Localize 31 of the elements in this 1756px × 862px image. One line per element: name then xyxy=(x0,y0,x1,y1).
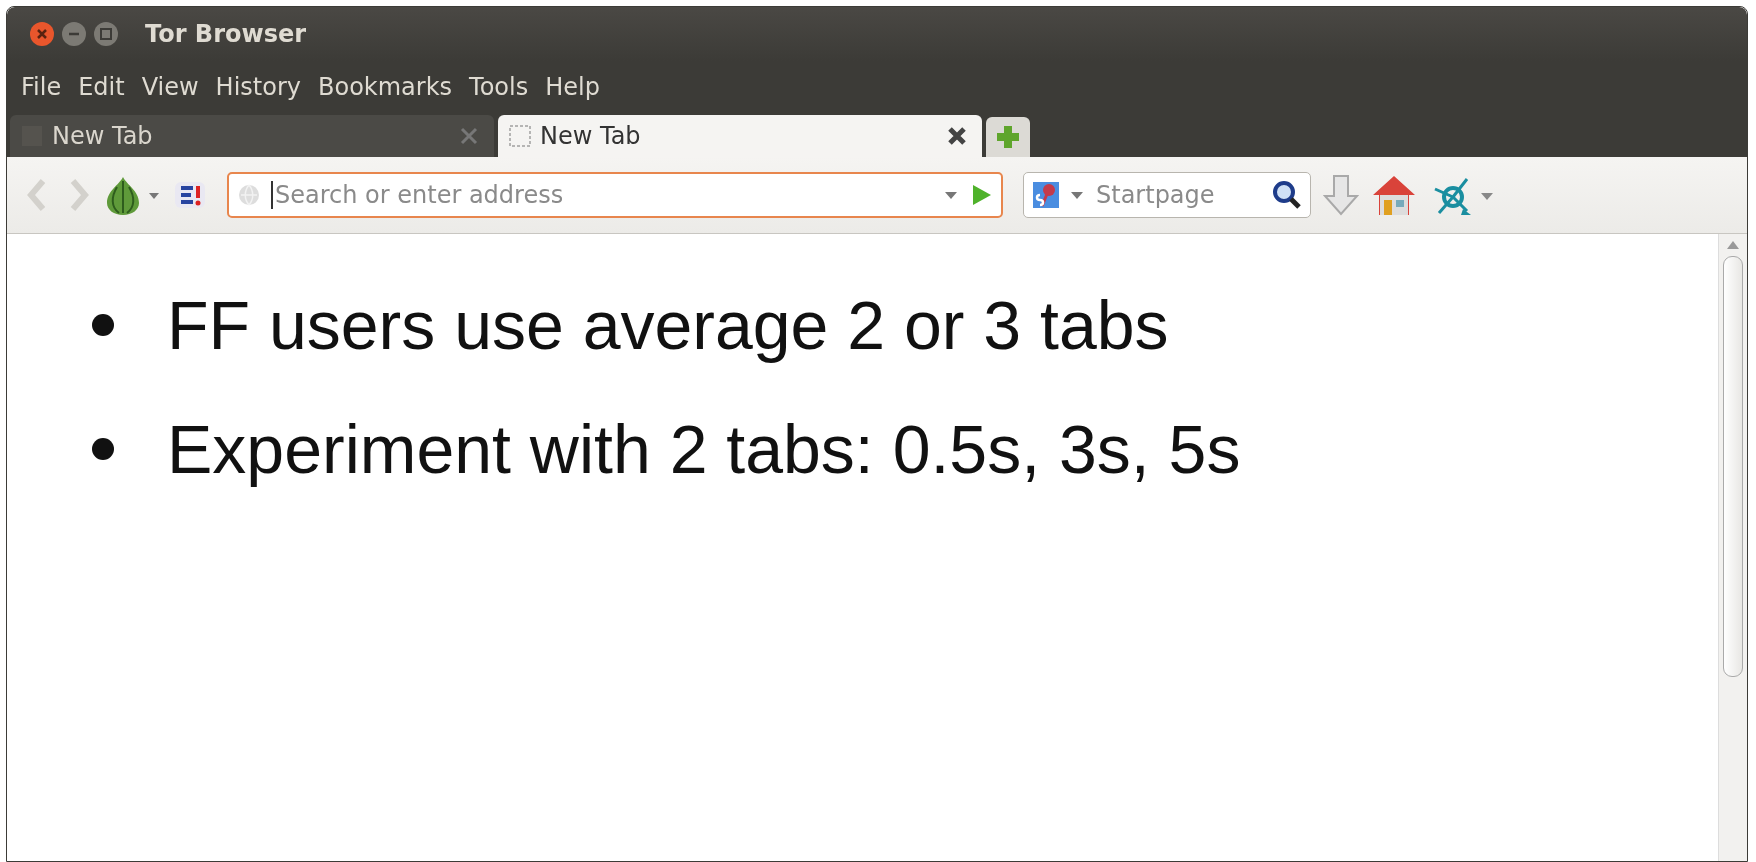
menu-item[interactable]: Tools xyxy=(469,73,529,101)
bullet-text: FF users use average 2 or 3 tabs xyxy=(167,286,1169,364)
tab[interactable]: New Tab xyxy=(498,115,982,157)
home-icon[interactable] xyxy=(1371,173,1417,217)
search-field[interactable]: Startpage xyxy=(1094,180,1262,210)
search-icon[interactable] xyxy=(1272,180,1302,210)
address-field[interactable]: Search or enter address xyxy=(273,180,933,210)
address-bar[interactable]: Search or enter address xyxy=(227,172,1003,218)
menu-item[interactable]: Help xyxy=(545,73,600,101)
bullet-icon xyxy=(91,313,115,337)
maximize-icon[interactable] xyxy=(93,21,119,47)
search-engine-icon[interactable] xyxy=(1032,181,1060,209)
close-icon[interactable] xyxy=(946,125,968,147)
scroll-thumb[interactable] xyxy=(1723,256,1743,677)
search-bar[interactable]: Startpage xyxy=(1023,172,1311,218)
menu-item[interactable]: File xyxy=(21,73,62,101)
menu-item[interactable]: History xyxy=(215,73,301,101)
window-title: Tor Browser xyxy=(145,20,307,48)
minimize-icon[interactable] xyxy=(61,21,87,47)
plus-icon xyxy=(994,123,1022,151)
tab[interactable]: New Tab xyxy=(10,115,494,157)
bullet-text: Experiment with 2 tabs: 0.5s, 3s, 5s xyxy=(167,410,1241,488)
download-icon[interactable] xyxy=(1321,173,1361,217)
new-tab-button[interactable] xyxy=(986,117,1030,157)
bullet-icon xyxy=(91,437,115,461)
menu-item[interactable]: View xyxy=(141,73,199,101)
scrollbar[interactable] xyxy=(1718,234,1747,861)
menu-item[interactable]: Edit xyxy=(78,73,125,101)
page-icon xyxy=(508,124,532,148)
menu-item[interactable]: Bookmarks xyxy=(318,73,453,101)
globe-icon xyxy=(237,183,261,207)
